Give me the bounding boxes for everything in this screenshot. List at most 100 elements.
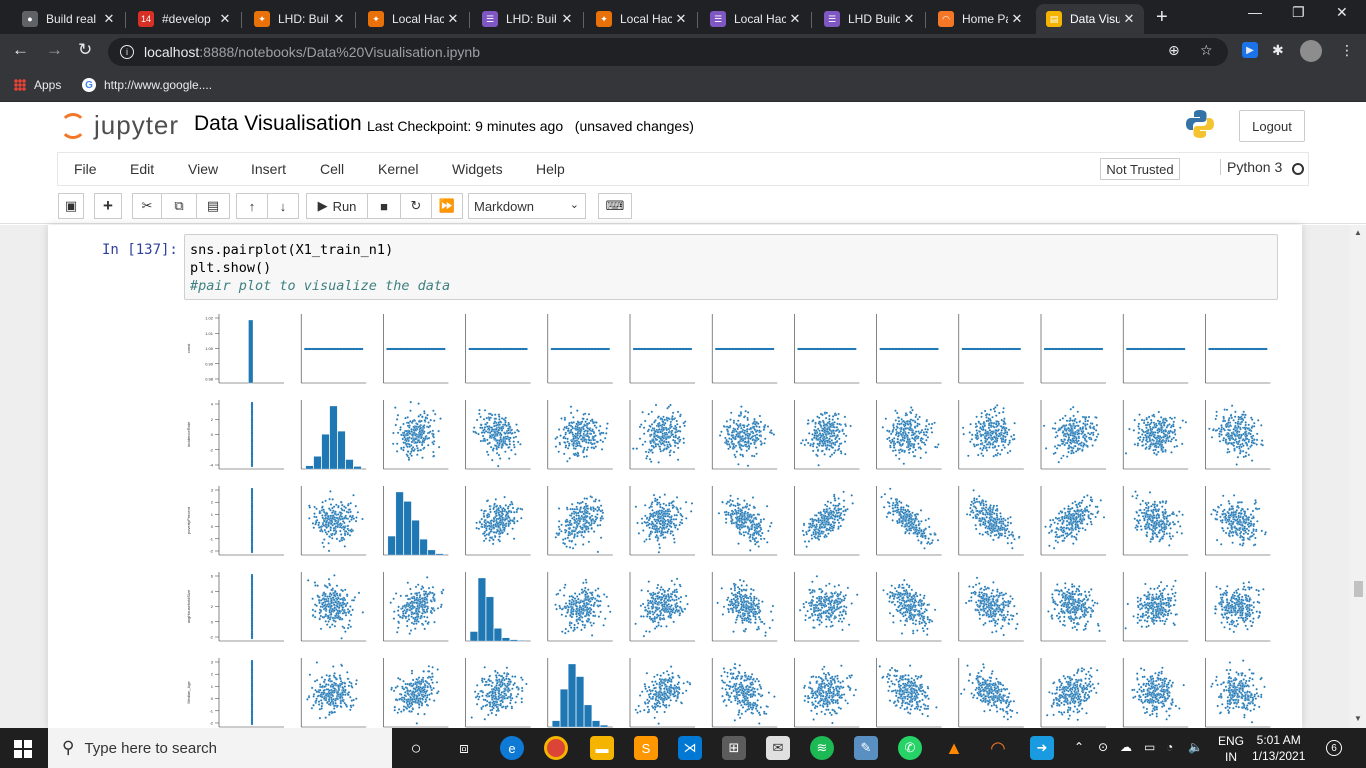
- code-cell-input[interactable]: sns.pairplot(X1_train_n1) plt.show() #pa…: [184, 234, 1278, 300]
- scatter-point: [423, 412, 426, 415]
- window-close-icon[interactable]: ✕: [1336, 4, 1348, 21]
- scatter-point: [348, 534, 352, 537]
- scatter-point: [510, 448, 513, 452]
- scatter-point: [816, 427, 820, 431]
- tab-close-icon[interactable]: ✕: [444, 11, 462, 27]
- scatter-point: [1069, 433, 1073, 437]
- restart-button[interactable]: ↻: [400, 193, 432, 219]
- reload-icon[interactable]: ↻: [78, 40, 92, 60]
- menu-view[interactable]: View: [188, 161, 218, 177]
- menu-kernel[interactable]: Kernel: [378, 161, 418, 177]
- tab-close-icon[interactable]: ✕: [1120, 11, 1138, 27]
- menu-cell[interactable]: Cell: [320, 161, 344, 177]
- insert-cell-button[interactable]: +: [94, 193, 122, 219]
- site-info-icon[interactable]: i: [120, 45, 134, 59]
- maximize-icon[interactable]: ❐: [1292, 4, 1305, 21]
- browser-tab[interactable]: ☰ Local Hac ✕: [700, 4, 810, 34]
- tab-close-icon[interactable]: ✕: [558, 11, 576, 27]
- cell-type-select[interactable]: Markdown ⌄: [468, 193, 586, 219]
- move-up-button[interactable]: ↑: [236, 193, 268, 219]
- scatter-point: [1069, 407, 1073, 411]
- scatter-point: [648, 457, 652, 461]
- tab-close-icon[interactable]: ✕: [1008, 11, 1026, 27]
- scatter-point: [1158, 439, 1161, 443]
- scatter-point: [408, 426, 411, 429]
- browser-tab[interactable]: ✦ LHD: Buil ✕: [244, 4, 354, 34]
- tab-close-icon[interactable]: ✕: [672, 11, 690, 27]
- trusted-indicator[interactable]: Not Trusted: [1100, 158, 1180, 180]
- scatter-point: [1003, 417, 1006, 420]
- notebook-menubar: File Edit View Insert Cell Kernel Widget…: [57, 152, 1309, 186]
- menu-edit[interactable]: Edit: [130, 161, 154, 177]
- logout-button[interactable]: Logout: [1239, 110, 1305, 142]
- restart-run-all-button[interactable]: ⏩: [431, 193, 463, 219]
- browser-tab[interactable]: ✦ Local Hac ✕: [358, 4, 468, 34]
- scatter-point: [1064, 435, 1068, 438]
- back-arrow-icon[interactable]: ←: [12, 40, 29, 60]
- interrupt-button[interactable]: ■: [367, 193, 401, 219]
- scatter-point: [912, 444, 915, 448]
- save-button[interactable]: ▣: [58, 193, 84, 219]
- scatter-point: [580, 534, 583, 537]
- scatter-point: [739, 430, 742, 434]
- zoom-icon[interactable]: ⊕: [1168, 42, 1180, 59]
- browser-tab[interactable]: ✦ Local Hac ✕: [586, 4, 696, 34]
- tab-close-icon[interactable]: ✕: [786, 11, 804, 27]
- cut-button[interactable]: ✂: [132, 193, 162, 219]
- command-palette-button[interactable]: ⌨: [598, 193, 632, 219]
- scatter-point: [418, 440, 421, 444]
- scatter-point: [664, 531, 667, 534]
- scatter-point: [346, 504, 350, 507]
- scatter-point: [656, 503, 659, 506]
- scatter-point: [569, 411, 573, 415]
- jupyter-logo[interactable]: jupyter: [60, 110, 179, 141]
- browser-tab[interactable]: ☰ LHD Builc ✕: [814, 4, 924, 34]
- browser-tab[interactable]: ● Build real ✕: [12, 4, 124, 34]
- extension-icon[interactable]: ▶: [1242, 42, 1258, 58]
- tab-close-icon[interactable]: ✕: [900, 11, 918, 27]
- scatter-point: [494, 424, 498, 427]
- browser-tab[interactable]: ◠ Home Pa ✕: [928, 4, 1032, 34]
- forward-arrow-icon[interactable]: →: [46, 40, 63, 60]
- scatter-point: [515, 508, 519, 511]
- tab-close-icon[interactable]: ✕: [330, 11, 348, 27]
- bookmark-apps[interactable]: Apps: [14, 78, 61, 92]
- menu-insert[interactable]: Insert: [251, 161, 286, 177]
- scatter-point: [315, 518, 319, 522]
- scatter-point: [494, 413, 497, 416]
- minimize-icon[interactable]: —: [1248, 4, 1262, 20]
- scatter-point: [341, 520, 345, 523]
- bookmark-star-icon[interactable]: ☆: [1200, 42, 1213, 59]
- scatter-point: [399, 428, 402, 431]
- menu-dots-icon[interactable]: ⋮: [1340, 42, 1354, 59]
- notebook-title[interactable]: Data Visualisation: [194, 112, 362, 136]
- menu-widgets[interactable]: Widgets: [452, 161, 503, 177]
- scatter-point: [814, 429, 818, 432]
- browser-tab[interactable]: 14 #develop ✕: [128, 4, 240, 34]
- new-tab-plus-icon[interactable]: +: [1156, 6, 1168, 29]
- scatter-point: [1148, 438, 1152, 442]
- scatter-point: [1061, 442, 1064, 445]
- scatter-point: [924, 451, 928, 454]
- scatter-point: [644, 504, 647, 507]
- copy-button[interactable]: ⧉: [161, 193, 197, 219]
- scatter-point: [814, 425, 817, 429]
- address-bar[interactable]: i localhost:8888/notebooks/Data%20Visual…: [108, 38, 1228, 66]
- puzzle-extensions-icon[interactable]: ✱: [1272, 42, 1284, 59]
- browser-tab[interactable]: ▤ Data Visu ✕: [1036, 4, 1144, 34]
- scatter-point: [322, 524, 326, 527]
- tab-close-icon[interactable]: ✕: [100, 11, 118, 27]
- move-down-button[interactable]: ↓: [267, 193, 299, 219]
- profile-avatar[interactable]: [1300, 40, 1322, 62]
- scatter-point: [327, 542, 330, 545]
- menu-help[interactable]: Help: [536, 161, 565, 177]
- scatter-point: [1231, 437, 1235, 441]
- scatter-subplot: [1126, 347, 1186, 351]
- browser-tab[interactable]: ☰ LHD: Buil ✕: [472, 4, 582, 34]
- paste-button[interactable]: ▤: [196, 193, 230, 219]
- menu-file[interactable]: File: [74, 161, 97, 177]
- tab-close-icon[interactable]: ✕: [216, 11, 234, 27]
- run-button[interactable]: ▶ Run: [306, 193, 368, 219]
- scatter-point: [327, 530, 330, 533]
- bookmark-google[interactable]: G http://www.google....: [82, 78, 212, 92]
